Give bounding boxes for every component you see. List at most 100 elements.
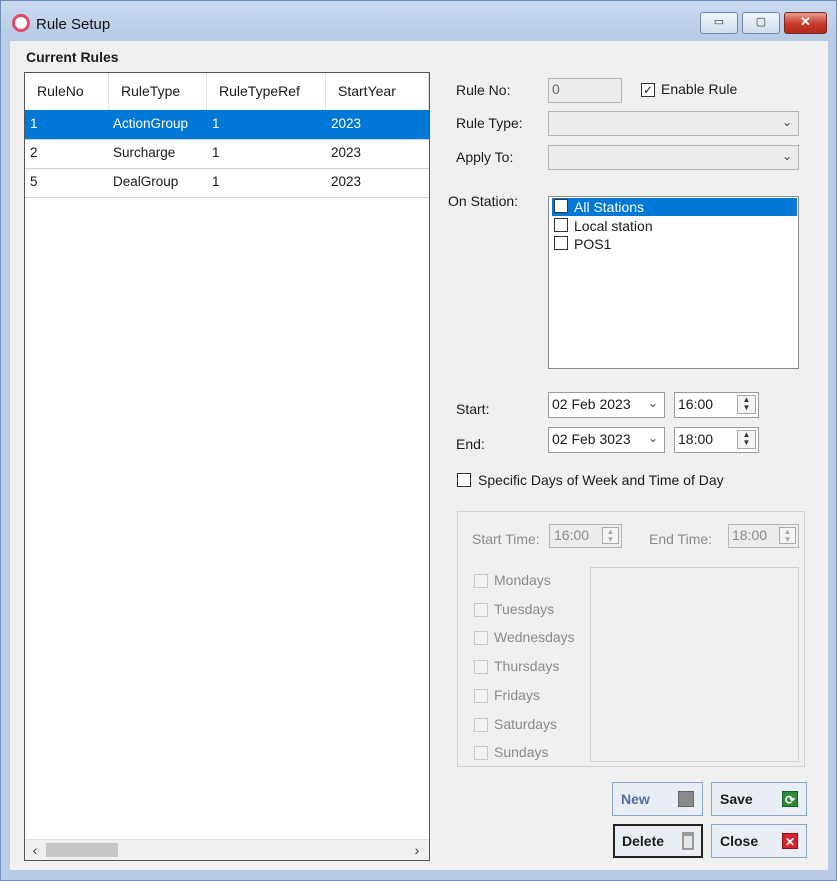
client-area: Current Rules RuleNo RuleType RuleTypeRe… (10, 41, 828, 870)
rules-grid[interactable]: RuleNo RuleType RuleTypeRef StartYear 1 A… (24, 72, 430, 861)
new-button-label: New (621, 791, 650, 807)
close-button[interactable]: Close ✕ (711, 824, 807, 858)
table-row[interactable]: 5 DealGroup 1 2023 (25, 168, 429, 198)
weekday-checkbox[interactable] (474, 660, 488, 675)
end-date-value: 02 Feb 3023 (552, 431, 631, 447)
start-date-picker[interactable]: 02 Feb 2023 ⌄ (548, 392, 665, 418)
title-bar[interactable]: Rule Setup ▭ ▢ ✕ (1, 1, 836, 41)
chevron-down-icon: ⌄ (781, 115, 792, 129)
weekday-checkbox[interactable] (474, 688, 488, 703)
chevron-down-icon: ⌄ (647, 396, 658, 410)
table-cell: 2023 (331, 116, 362, 131)
weekday-label: Sundays (494, 744, 549, 761)
start-date-value: 02 Feb 2023 (552, 396, 631, 412)
schedule-start-time-spinner[interactable]: 16:00 ▲ ▼ (549, 524, 622, 548)
table-cell: 2023 (331, 174, 362, 189)
station-item-all[interactable]: All Stations (552, 198, 797, 216)
end-date-picker[interactable]: 02 Feb 3023 ⌄ (548, 427, 665, 453)
specific-days-label: Specific Days of Week and Time of Day (478, 472, 724, 488)
station-label: Local station (574, 218, 653, 234)
scroll-right-icon[interactable]: › (407, 840, 427, 860)
column-header-ruletype[interactable]: RuleType (109, 73, 207, 110)
window-close-button[interactable]: ✕ (784, 12, 827, 34)
chevron-down-icon: ⌄ (781, 149, 792, 163)
schedule-start-time-label: Start Time: (472, 531, 540, 547)
specific-days-checkbox[interactable] (457, 473, 471, 487)
rule-setup-window: Rule Setup ▭ ▢ ✕ Current Rules RuleNo Ru… (0, 0, 837, 881)
table-cell: DealGroup (113, 174, 179, 189)
end-time-value: 18:00 (678, 431, 714, 447)
day-detail-panel (590, 567, 799, 762)
close-button-label: Close (720, 833, 759, 849)
horizontal-scrollbar[interactable]: ‹ › (25, 839, 429, 860)
station-checkbox[interactable] (554, 236, 568, 250)
save-button-label: Save (720, 791, 753, 807)
rule-type-combo[interactable]: ⌄ (548, 111, 799, 136)
spin-arrows-icon[interactable]: ▲ ▼ (737, 430, 756, 449)
weekday-checkbox[interactable] (474, 746, 488, 761)
weekday-label: Mondays (494, 572, 551, 588)
floppy-disk-icon (678, 791, 694, 807)
minimize-button[interactable]: ▭ (700, 12, 738, 34)
station-label: All Stations (574, 199, 645, 215)
apply-to-label: Apply To: (456, 149, 514, 165)
column-header-ruleno[interactable]: RuleNo (25, 73, 109, 110)
grid-header: RuleNo RuleType RuleTypeRef StartYear (25, 73, 429, 111)
table-cell: 1 (212, 174, 220, 189)
rule-no-field[interactable]: 0 (548, 78, 622, 103)
save-button[interactable]: Save ⟳ (711, 782, 807, 816)
station-item-pos1[interactable]: POS1 (552, 235, 797, 253)
on-station-label: On Station: (448, 193, 519, 209)
weekday-checkbox[interactable] (474, 574, 488, 588)
weekday-label: Thursdays (494, 658, 560, 675)
spin-arrows-icon: ▲ ▼ (779, 527, 796, 544)
delete-button-label: Delete (622, 833, 665, 849)
schedule-end-time-spinner[interactable]: 18:00 ▲ ▼ (728, 524, 799, 548)
spin-arrows-icon[interactable]: ▲ ▼ (737, 395, 756, 414)
maximize-button[interactable]: ▢ (742, 12, 780, 34)
start-time-spinner[interactable]: 16:00 ▲ ▼ (674, 392, 759, 418)
column-header-startyear[interactable]: StartYear (326, 73, 429, 110)
table-cell: 2023 (331, 145, 362, 160)
station-checkbox[interactable] (554, 218, 568, 232)
enable-rule-label: Enable Rule (661, 81, 738, 97)
column-header-ruletyperef[interactable]: RuleTypeRef (207, 73, 326, 110)
spin-arrows-icon: ▲ ▼ (602, 527, 619, 544)
chevron-down-icon: ⌄ (647, 431, 658, 445)
trash-can-icon (682, 832, 694, 850)
station-label: POS1 (574, 236, 612, 252)
new-button[interactable]: New (612, 782, 703, 816)
station-checkbox[interactable] (554, 199, 568, 213)
schedule-end-time-value: 18:00 (732, 527, 768, 543)
table-cell: 1 (212, 145, 220, 160)
scroll-thumb[interactable] (46, 843, 118, 857)
weekday-checkbox[interactable] (474, 631, 488, 646)
weekday-checkbox[interactable] (474, 602, 488, 617)
table-row[interactable]: 1 ActionGroup 1 2023 (25, 110, 429, 140)
scroll-left-icon[interactable]: ‹ (25, 840, 45, 860)
rule-no-label: Rule No: (456, 82, 511, 98)
weekday-checkbox[interactable] (474, 717, 488, 732)
table-cell: 2 (30, 145, 38, 160)
schedule-start-time-value: 16:00 (554, 527, 590, 543)
weekday-label: Fridays (494, 686, 540, 703)
end-time-spinner[interactable]: 18:00 ▲ ▼ (674, 427, 759, 453)
start-time-value: 16:00 (678, 396, 714, 412)
table-cell: 1 (30, 116, 38, 131)
enable-rule-checkbox[interactable]: ✓ (641, 83, 655, 97)
table-row[interactable]: 2 Surcharge 1 2023 (25, 139, 429, 169)
schedule-end-time-label: End Time: (649, 531, 713, 547)
station-item-local[interactable]: Local station (552, 217, 797, 235)
table-cell: 1 (212, 116, 220, 131)
apply-to-combo[interactable]: ⌄ (548, 145, 799, 170)
weekday-label: Saturdays (494, 715, 558, 732)
station-checklist[interactable]: All Stations Local station POS1 (548, 196, 799, 369)
table-cell: 5 (30, 174, 38, 189)
start-label: Start: (456, 401, 490, 417)
table-cell: ActionGroup (113, 116, 189, 131)
app-ring-icon (12, 14, 30, 32)
window-title: Rule Setup (36, 16, 111, 33)
save-refresh-icon: ⟳ (782, 791, 798, 807)
delete-button[interactable]: Delete (613, 824, 703, 858)
table-cell: Surcharge (113, 145, 176, 160)
